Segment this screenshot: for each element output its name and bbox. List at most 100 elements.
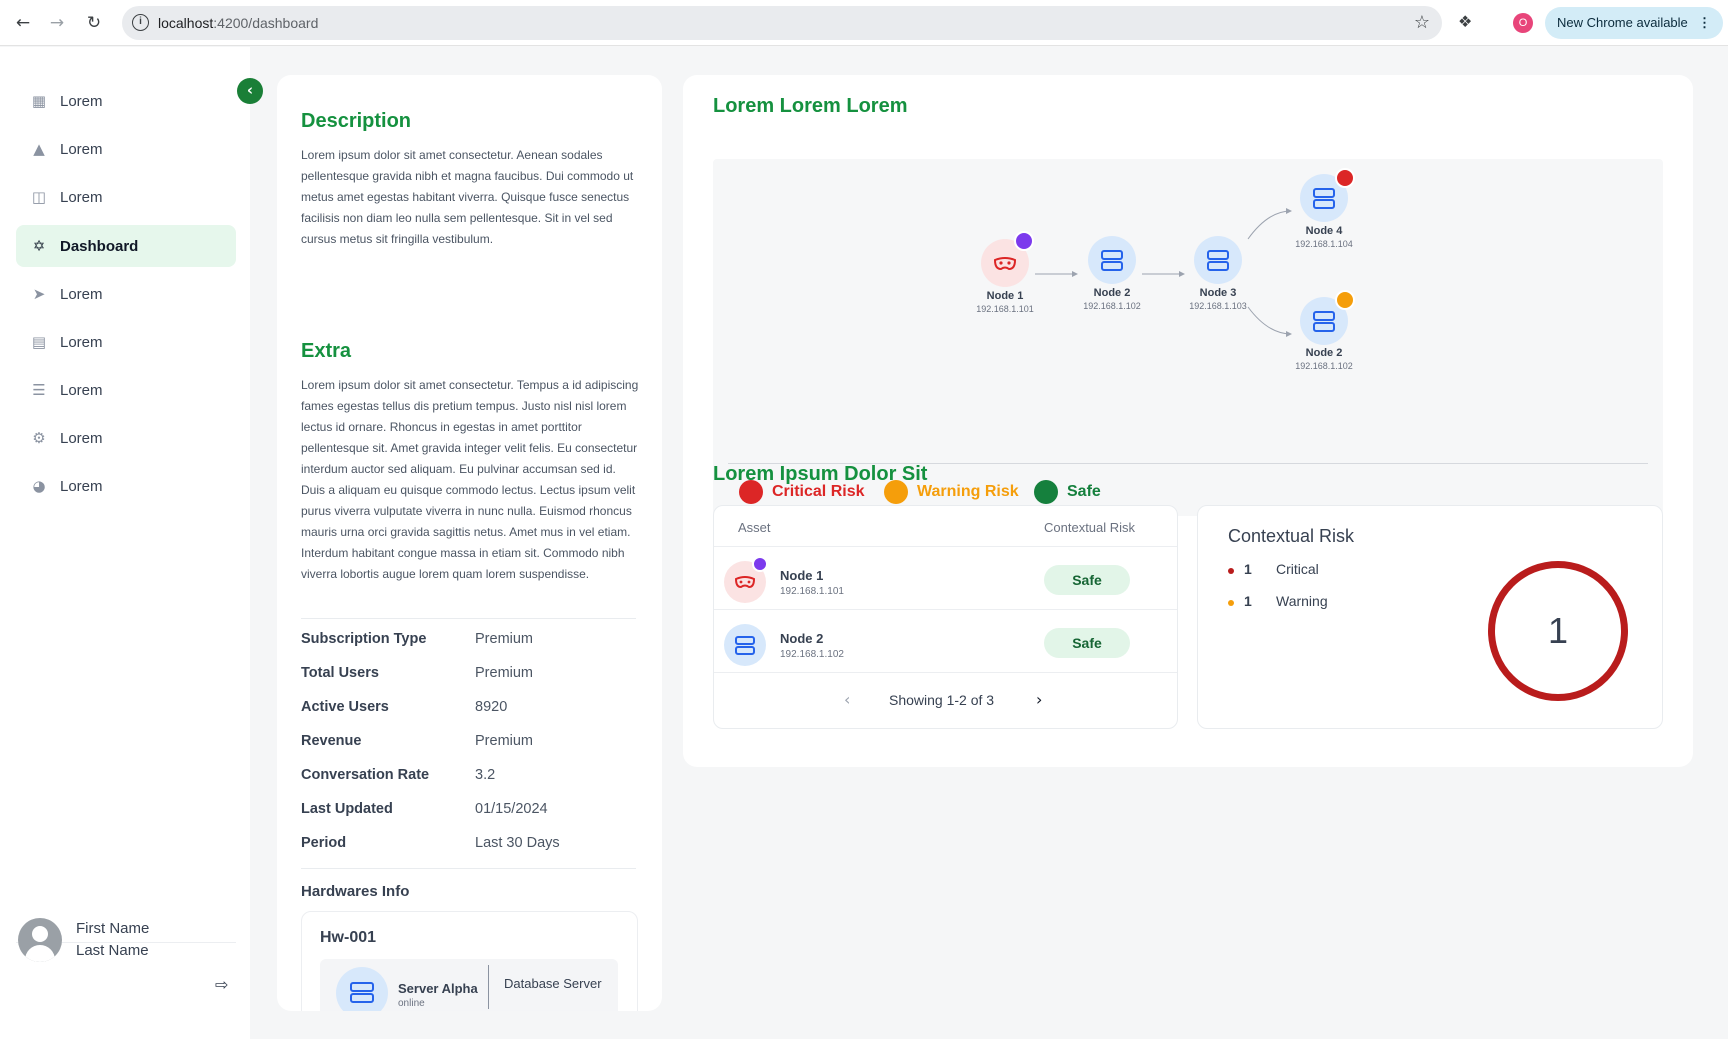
safe-shield-icon	[1034, 480, 1058, 504]
chevron-left-icon[interactable]: ‹	[844, 690, 850, 709]
chart-icon: ◕	[32, 477, 46, 495]
warning-shield-badge-icon	[1335, 290, 1355, 310]
extra-title: Extra	[301, 340, 352, 362]
graph-node-2[interactable]	[1088, 236, 1136, 284]
sidebar-item-2[interactable]: ▲ Lorem	[16, 128, 236, 170]
node-ip: 192.168.1.103	[1189, 301, 1247, 311]
forward-icon[interactable]: →	[46, 12, 68, 34]
node-label: Node 1	[986, 290, 1024, 302]
critical-count: 1	[1244, 561, 1252, 577]
node-ip: 192.168.1.104	[1295, 239, 1353, 249]
pagination-text: Showing 1-2 of 3	[889, 692, 995, 708]
main-panel: Lorem Lorem Lorem Node 1 192.168.1.101 N…	[683, 75, 1693, 767]
sidebar-item-1[interactable]: ▦ Lorem	[16, 80, 236, 122]
detail-key: Total Users	[301, 665, 379, 681]
detail-value: Premium	[475, 665, 534, 681]
user-first-name: First Name	[76, 920, 150, 937]
server-name: Server Alpha	[398, 981, 478, 996]
node-ip: 192.168.1.102	[1295, 361, 1353, 371]
risk-total: 1	[1547, 610, 1569, 651]
sidebar: ▦ Lorem ▲ Lorem ◫ Lorem ✡ Dashboard ➤ Lo…	[0, 47, 250, 1039]
asset-ip: 192.168.1.102	[780, 649, 844, 660]
node-ip: 192.168.1.102	[1083, 301, 1141, 311]
detail-key: Period	[301, 835, 347, 851]
menu-dots-icon[interactable]: ⋮	[1698, 7, 1711, 39]
sidebar-item-label: Lorem	[60, 381, 103, 399]
sidebar-item-label: Lorem	[60, 92, 103, 110]
graph-node-3[interactable]	[1194, 236, 1242, 284]
critical-dot	[1228, 568, 1234, 574]
divider	[714, 609, 1177, 610]
detail-row-active-users: Active Users 8920	[301, 692, 641, 726]
status-badge: Safe	[1044, 628, 1130, 658]
column-header-risk[interactable]: Contextual Risk	[1044, 520, 1135, 535]
sidebar-item-3[interactable]: ◫ Lorem	[16, 176, 236, 218]
asset-name[interactable]: Node 1	[780, 568, 823, 583]
warning-label: Warning	[1276, 593, 1328, 609]
logout-icon[interactable]: ⇨	[215, 975, 233, 994]
server-status: online	[398, 998, 425, 1009]
sidebar-item-7[interactable]: ☰ Lorem	[16, 369, 236, 411]
warning-count: 1	[1244, 593, 1252, 609]
detail-value: Premium	[475, 733, 534, 749]
column-header-asset[interactable]: Asset	[738, 520, 771, 535]
chrome-update-button[interactable]: New Chrome available ⋮	[1545, 7, 1723, 39]
sidebar-item-8[interactable]: ⚙ Lorem	[16, 417, 236, 459]
user-group-badge-icon	[1014, 231, 1034, 251]
detail-key: Revenue	[301, 733, 362, 749]
warning-icon: ▲	[33, 140, 45, 158]
detail-row-subscription: Subscription Type Premium	[301, 624, 641, 658]
sidebar-item-label: Lorem	[60, 188, 103, 206]
chevron-right-icon[interactable]: ›	[1036, 690, 1042, 709]
divider	[301, 618, 636, 619]
hardware-item: Server Alpha online Database Server	[320, 959, 618, 1011]
hardware-title: Hardwares Info	[301, 883, 410, 900]
detail-key: Last Updated	[301, 801, 393, 817]
sidebar-item-6[interactable]: ▤ Lorem	[16, 321, 236, 363]
back-icon[interactable]: ←	[12, 12, 34, 34]
profile-avatar[interactable]: O	[1513, 13, 1533, 33]
divider	[714, 546, 1177, 547]
detail-key: Subscription Type	[301, 631, 427, 647]
detail-row-total-users: Total Users Premium	[301, 658, 641, 692]
detail-value: Premium	[475, 631, 534, 647]
detail-key: Conversation Rate	[301, 767, 430, 783]
node-label: Node 3	[1199, 287, 1237, 299]
node-label: Node 2	[1093, 287, 1131, 299]
hardware-card[interactable]: Hw-001 Server Alpha online Database Serv…	[301, 911, 638, 1011]
section-subtitle: Lorem Ipsum Dolor Sit	[713, 463, 928, 485]
server-icon	[1207, 250, 1229, 271]
bookmark-star-icon[interactable]: ☆	[1414, 12, 1430, 33]
user-group-badge-icon	[752, 556, 768, 572]
risk-card-title: Contextual Risk	[1228, 526, 1355, 546]
description-text: Lorem ipsum dolor sit amet consectetur. …	[301, 148, 634, 246]
critical-label: Critical	[1276, 561, 1319, 577]
plug-icon: ➤	[32, 285, 46, 303]
gear-icon: ⚙	[32, 429, 46, 447]
avatar[interactable]	[18, 918, 62, 962]
tree-icon: ☰	[32, 381, 46, 399]
sidebar-item-5[interactable]: ➤ Lorem	[16, 273, 236, 315]
dashboard-icon: ✡	[32, 237, 46, 255]
asset-name[interactable]: Node 2	[780, 631, 823, 646]
hardware-id: Hw-001	[320, 929, 377, 946]
url-text[interactable]: localhost:4200/dashboard	[158, 15, 318, 31]
description-title: Description	[301, 110, 412, 132]
detail-key: Active Users	[301, 699, 389, 715]
collapse-sidebar-button[interactable]: ‹	[237, 78, 263, 104]
detail-value: 01/15/2024	[475, 801, 548, 817]
reload-icon[interactable]: ↻	[83, 12, 105, 34]
sidebar-item-9[interactable]: ◕ Lorem	[16, 465, 236, 507]
extensions-icon[interactable]: ❖	[1458, 12, 1478, 32]
node-label: Node 4	[1305, 225, 1343, 237]
site-info-icon[interactable]: i	[132, 14, 149, 31]
server-role: Database Server	[504, 976, 602, 991]
asset-table: Asset Contextual Risk Node 1 192.168.1.1…	[713, 505, 1178, 729]
address-bar[interactable]: i localhost:4200/dashboard ☆	[122, 6, 1442, 40]
divider	[488, 965, 489, 1009]
sidebar-item-dashboard[interactable]: ✡ Dashboard	[16, 225, 236, 267]
legend-label: Warning Risk	[917, 483, 1019, 500]
asset-ip: 192.168.1.101	[780, 586, 844, 597]
divider	[714, 672, 1177, 673]
legend-label: Safe	[1067, 483, 1101, 500]
